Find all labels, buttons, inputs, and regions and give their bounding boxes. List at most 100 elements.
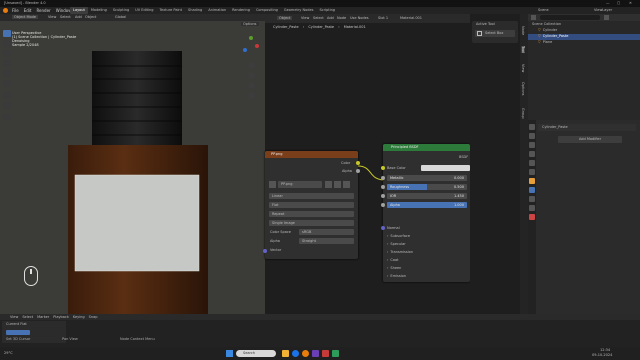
normal-socket[interactable] [381,226,385,230]
scene-selector[interactable]: Scene [538,8,549,12]
tab-geometry-nodes[interactable]: Geometry Nodes [281,7,317,14]
menu-file[interactable]: File [12,8,19,13]
image-browse-icon[interactable] [269,181,276,188]
fake-user-icon[interactable] [325,181,332,188]
timeline-menu-keying[interactable]: Keying [73,315,85,319]
object-type-select[interactable]: Object [277,16,293,20]
tab-animation[interactable]: Animation [205,7,229,14]
frame-field[interactable] [6,330,30,335]
tab-texture-paint[interactable]: Texture Paint [156,7,185,14]
new-image-icon[interactable] [334,181,341,188]
start-icon[interactable] [226,350,233,357]
add-cube-tool-icon[interactable] [3,114,11,121]
bsdf-panel-specular[interactable]: › Specular [387,242,406,246]
taskbar-search[interactable]: Search [236,350,276,357]
world-tab-icon[interactable] [529,169,535,175]
timeline-menu-view[interactable]: View [10,315,18,319]
bsdf-panel-emission[interactable]: › Emission [387,274,406,278]
measure-tool-icon[interactable] [3,102,11,109]
tab-compositing[interactable]: Compositing [253,7,281,14]
node-menu-view[interactable]: View [301,16,309,20]
use-nodes-checkbox[interactable]: Use Nodes [350,16,369,20]
file-explorer-icon[interactable] [282,350,289,357]
z-axis-icon[interactable] [243,48,247,52]
menu-edit[interactable]: Edit [24,8,32,13]
extension-dropdown[interactable]: Repeat [269,211,354,217]
close-icon[interactable]: ✕ [629,1,632,5]
viewport-menu-select[interactable]: Select [60,15,71,19]
bsdf-slider-roughness[interactable]: Roughness 0.500 [387,184,467,190]
timeline-menu-marker[interactable]: Marker [37,315,49,319]
modifier-tab-icon[interactable] [529,187,535,193]
3d-viewport[interactable]: Object Mode View Select Add Object Globa… [0,14,265,314]
bsdf-slider-ior[interactable]: IOR 1.450 [387,193,467,199]
principled-bsdf-node[interactable]: Principled BSDF BSDF Base Color Metallic… [381,144,470,282]
render-tab-icon[interactable] [529,133,535,139]
tab-rendering[interactable]: Rendering [229,7,253,14]
app-icon[interactable] [322,350,329,357]
timeline-menu-snap[interactable]: Snap [89,315,98,319]
tool-tab-icon[interactable] [529,124,535,130]
display-mode-icon[interactable] [531,15,536,20]
alpha-mode-dropdown[interactable]: Straight [299,238,354,244]
bsdf-slider-metallic[interactable]: Metallic 0.000 [387,175,467,181]
output-tab-icon[interactable] [529,142,535,148]
tab-tool[interactable]: Tool [521,46,525,53]
viewport-menu-add[interactable]: Add [75,15,82,19]
particles-tab-icon[interactable] [529,196,535,202]
transform-orientation[interactable]: Global [115,15,126,19]
perspective-toggle-icon[interactable] [248,92,255,99]
image-texture-node[interactable]: PP.png Color Alpha PP.png Linear Flat Re… [263,151,360,259]
x-axis-icon[interactable] [255,44,259,48]
maximize-icon[interactable]: ▢ [617,1,620,5]
tab-view[interactable]: View [521,64,525,72]
timeline-menu-select[interactable]: Select [22,315,33,319]
blender-logo-icon[interactable] [3,8,8,13]
bsdf-slider-alpha[interactable]: Alpha 1.000 [387,202,467,208]
weather-widget[interactable]: 29°C [4,351,13,355]
scene-tab-icon[interactable] [529,160,535,166]
node-menu-node[interactable]: Node [337,16,346,20]
bsdf-input-socket[interactable] [381,185,385,189]
material-select[interactable]: Material.001 [400,16,422,20]
app-icon[interactable] [312,350,319,357]
add-modifier-button[interactable]: Add Modifier [558,136,622,143]
tab-scripting[interactable]: Scripting [316,7,338,14]
bsdf-input-socket[interactable] [381,203,385,207]
slot-select[interactable]: Slot 1 [378,16,388,20]
vector-input-socket[interactable] [263,249,267,253]
source-dropdown[interactable]: Single Image [269,220,354,226]
base-color-socket[interactable] [381,166,385,170]
transform-tool-icon[interactable] [3,80,11,87]
rotate-tool-icon[interactable] [3,60,11,67]
physics-tab-icon[interactable] [529,205,535,211]
tab-shading[interactable]: Shading [185,7,205,14]
bsdf-panel-coat[interactable]: › Coat [387,258,399,262]
object-tab-icon[interactable] [529,178,535,184]
projection-dropdown[interactable]: Flat [269,202,354,208]
material-tab-icon[interactable] [529,214,535,220]
mode-select[interactable]: Object Mode [12,15,39,19]
move-tool-icon[interactable] [3,50,11,57]
annotate-tool-icon[interactable] [3,92,11,99]
bsdf-node-header[interactable]: Principled BSDF [383,144,470,151]
tab-layout[interactable]: Layout [70,7,88,14]
options-button[interactable]: Options [241,22,259,26]
base-color-swatch[interactable] [421,165,470,171]
viewport-menu-object[interactable]: Object [85,15,96,19]
tab-options[interactable]: Options [521,82,525,96]
menu-render[interactable]: Render [36,8,50,13]
image-name-field[interactable]: PP.png [278,181,322,188]
bsdf-input-socket[interactable] [381,194,385,198]
tab-sculpting[interactable]: Sculpting [110,7,132,14]
view-layer-selector[interactable]: ViewLayer [594,8,612,12]
tab-modeling[interactable]: Modeling [88,7,110,14]
select-box-button[interactable]: Select Box [475,30,515,37]
filter-icon[interactable] [604,15,609,20]
camera-view-icon[interactable] [248,82,255,89]
bsdf-panel-transmission[interactable]: › Transmission [387,250,413,254]
view-layer-tab-icon[interactable] [529,151,535,157]
tab-uv-editing[interactable]: UV Editing [132,7,156,14]
bsdf-input-socket[interactable] [381,176,385,180]
shader-node-editor[interactable]: Object View Select Add Node Use Nodes Sl… [263,14,470,314]
